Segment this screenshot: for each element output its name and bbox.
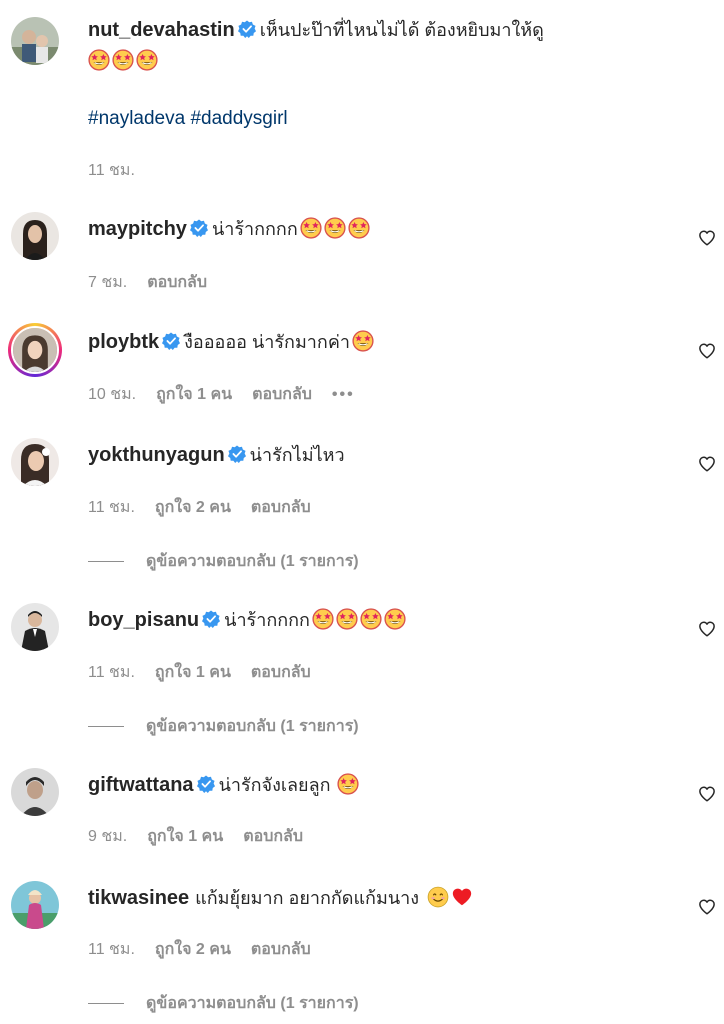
username-link[interactable]: nut_devahastin xyxy=(88,19,235,41)
post-text: เห็นปะป๊าที่ไหนไม่ได้ ต้องหยิบมาให้ดู xyxy=(259,20,544,40)
replies-divider xyxy=(88,1003,124,1005)
comment-text: น่าร้ากกกก xyxy=(211,219,298,239)
star-struck-emoji xyxy=(336,608,358,630)
comment-meta: 7 ชม. ตอบกลับ xyxy=(88,270,227,295)
verified-badge-icon xyxy=(162,332,180,350)
star-struck-emoji xyxy=(337,773,359,795)
heart-outline-icon[interactable] xyxy=(698,455,716,473)
post-line: nut_devahastin เห็นปะป๊าที่ไหนไม่ได้ ต้อง… xyxy=(88,15,684,45)
comment-text: แก้มยุ้ยมาก อยากกัดแก้มนาง xyxy=(195,888,420,908)
username-link[interactable]: tikwasinee xyxy=(88,887,189,909)
verified-badge-icon xyxy=(202,610,220,628)
red-heart-emoji xyxy=(451,886,473,908)
star-struck-emoji xyxy=(300,217,322,239)
replies-divider xyxy=(88,726,124,728)
timestamp[interactable]: 11 ชม. xyxy=(88,162,135,179)
heart-outline-icon[interactable] xyxy=(698,785,716,803)
hashtags-link[interactable]: #nayladeva #daddysgirl xyxy=(88,108,288,130)
avatar-photo xyxy=(11,768,59,816)
comment-meta: 11 ชม. ถูกใจ 1 คน ตอบกลับ xyxy=(88,660,331,685)
username-link[interactable]: giftwattana xyxy=(88,774,194,796)
reply-button[interactable]: ตอบกลับ xyxy=(252,386,312,403)
view-replies-button[interactable]: ดูข้อความตอบกลับ (1 รายการ) xyxy=(88,714,359,739)
reply-button[interactable]: ตอบกลับ xyxy=(251,499,311,516)
timestamp[interactable]: 11 ชม. xyxy=(88,941,135,958)
view-replies-label: ดูข้อความตอบกลับ (1 รายการ) xyxy=(146,553,359,570)
comment-line: giftwattana น่ารักจังเลยลูก xyxy=(88,770,684,800)
replies-divider xyxy=(88,561,124,563)
view-replies-button[interactable]: ดูข้อความตอบกลับ (1 รายการ) xyxy=(88,991,359,1016)
reply-button[interactable]: ตอบกลับ xyxy=(243,828,303,845)
heart-outline-icon[interactable] xyxy=(698,342,716,360)
avatar-photo xyxy=(13,328,57,372)
star-struck-emoji xyxy=(348,217,370,239)
avatar-photo xyxy=(11,881,59,929)
comment-meta: 11 ชม. ถูกใจ 2 คน ตอบกลับ xyxy=(88,937,331,962)
view-replies-label: ดูข้อความตอบกลับ (1 รายการ) xyxy=(146,995,359,1012)
username-link[interactable]: yokthunyagun xyxy=(88,444,225,466)
star-struck-emoji xyxy=(360,608,382,630)
comment-line: ploybtk งือออออ น่ารักมากค่า xyxy=(88,327,684,357)
likes-count[interactable]: ถูกใจ 1 คน xyxy=(155,664,231,681)
likes-count[interactable]: ถูกใจ 1 คน xyxy=(147,828,223,845)
avatar-photo xyxy=(11,212,59,260)
comment-meta: 11 ชม. ถูกใจ 2 คน ตอบกลับ xyxy=(88,495,331,520)
avatar[interactable] xyxy=(8,323,62,377)
star-struck-emoji xyxy=(136,49,158,71)
heart-outline-icon[interactable] xyxy=(698,620,716,638)
comment-text: งือออออ น่ารักมากค่า xyxy=(184,332,350,352)
more-options-icon[interactable]: ••• xyxy=(332,386,355,403)
timestamp[interactable]: 11 ชม. xyxy=(88,664,135,681)
smiling-face-emoji xyxy=(427,886,449,908)
avatar-photo xyxy=(11,438,59,486)
post-meta: 11 ชม. xyxy=(88,158,155,183)
comment-meta: 9 ชม. ถูกใจ 1 คน ตอบกลับ xyxy=(88,824,323,849)
timestamp[interactable]: 11 ชม. xyxy=(88,499,135,516)
reply-button[interactable]: ตอบกลับ xyxy=(251,664,311,681)
star-struck-emoji xyxy=(384,608,406,630)
comment-line: yokthunyagun น่ารักไม่ไหว xyxy=(88,440,684,470)
comment-line: maypitchy น่าร้ากกกก xyxy=(88,214,684,244)
star-struck-emoji xyxy=(112,49,134,71)
view-replies-label: ดูข้อความตอบกลับ (1 รายการ) xyxy=(146,718,359,735)
username-link[interactable]: maypitchy xyxy=(88,218,187,240)
comment-meta: 10 ชม. ถูกใจ 1 คน ตอบกลับ ••• xyxy=(88,382,375,407)
post-emoji-line xyxy=(88,46,684,76)
comment-line: tikwasinee แก้มยุ้ยมาก อยากกัดแก้มนาง xyxy=(88,883,684,913)
avatar[interactable] xyxy=(11,768,59,816)
likes-count[interactable]: ถูกใจ 1 คน xyxy=(156,386,232,403)
username-link[interactable]: boy_pisanu xyxy=(88,609,199,631)
heart-outline-icon[interactable] xyxy=(698,229,716,247)
comment-text: น่ารักไม่ไหว xyxy=(249,445,345,465)
reply-button[interactable]: ตอบกลับ xyxy=(147,274,207,291)
star-struck-emoji xyxy=(324,217,346,239)
avatar-photo xyxy=(11,17,59,65)
likes-count[interactable]: ถูกใจ 2 คน xyxy=(155,499,231,516)
username-link[interactable]: ploybtk xyxy=(88,331,159,353)
comment-text: น่าร้ากกกก xyxy=(224,610,310,630)
likes-count[interactable]: ถูกใจ 2 คน xyxy=(155,941,231,958)
timestamp[interactable]: 10 ชม. xyxy=(88,386,136,403)
avatar-photo xyxy=(11,603,59,651)
avatar[interactable] xyxy=(11,438,59,486)
avatar[interactable] xyxy=(11,603,59,651)
timestamp[interactable]: 9 ชม. xyxy=(88,828,127,845)
timestamp[interactable]: 7 ชม. xyxy=(88,274,127,291)
verified-badge-icon xyxy=(190,219,208,237)
verified-badge-icon xyxy=(197,775,215,793)
reply-button[interactable]: ตอบกลับ xyxy=(251,941,311,958)
verified-badge-icon xyxy=(228,445,246,463)
view-replies-button[interactable]: ดูข้อความตอบกลับ (1 รายการ) xyxy=(88,549,359,574)
avatar[interactable] xyxy=(11,881,59,929)
comment-line: boy_pisanu น่าร้ากกกก xyxy=(88,605,684,635)
verified-badge-icon xyxy=(238,20,256,38)
avatar[interactable] xyxy=(11,212,59,260)
star-struck-emoji xyxy=(312,608,334,630)
comment-text: น่ารักจังเลยลูก xyxy=(218,775,331,795)
heart-outline-icon[interactable] xyxy=(698,898,716,916)
star-struck-emoji xyxy=(88,49,110,71)
star-struck-emoji xyxy=(352,330,374,352)
avatar[interactable] xyxy=(11,17,59,65)
